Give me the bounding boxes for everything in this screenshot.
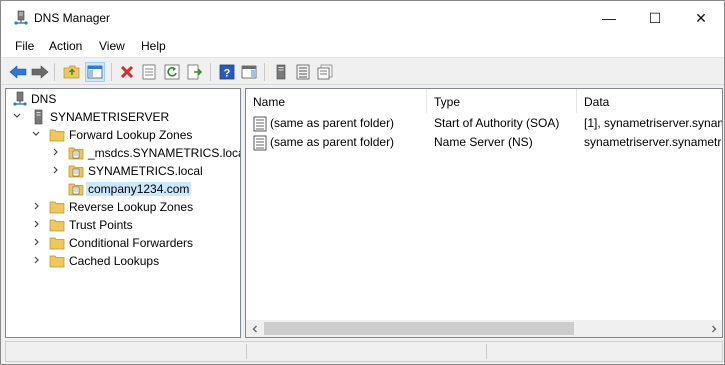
svg-text:?: ? bbox=[224, 68, 231, 80]
server-icon[interactable] bbox=[271, 62, 291, 82]
tree-label: SYNAMETRICS.local bbox=[88, 164, 203, 178]
close-icon: ✕ bbox=[695, 9, 707, 26]
chevron-right-icon[interactable] bbox=[32, 201, 42, 213]
maximize-icon: ☐ bbox=[648, 9, 662, 26]
help-icon[interactable]: ? bbox=[217, 62, 237, 82]
toolbar-separator bbox=[54, 63, 55, 81]
zone-icon bbox=[68, 145, 84, 161]
horizontal-scrollbar[interactable] bbox=[246, 320, 722, 337]
folder-icon bbox=[49, 253, 65, 269]
menu-action[interactable]: Action bbox=[49, 39, 82, 53]
tree-item-trust-points[interactable]: Trust Points bbox=[6, 216, 240, 234]
tree-item-forward-lookup-zones[interactable]: Forward Lookup Zones bbox=[6, 126, 240, 144]
chevron-right-icon[interactable] bbox=[32, 237, 42, 249]
toolbar: ? bbox=[1, 57, 724, 85]
back-arrow-icon[interactable] bbox=[8, 62, 28, 82]
cell-name: (same as parent folder) bbox=[270, 116, 395, 130]
tree-label: SYNAMETRISERVER bbox=[50, 110, 170, 124]
cell-type: Name Server (NS) bbox=[434, 135, 533, 149]
scrollbar-thumb[interactable] bbox=[264, 322, 574, 335]
cell-type: Start of Authority (SOA) bbox=[434, 116, 560, 130]
folder-icon bbox=[49, 235, 65, 251]
status-divider bbox=[246, 344, 247, 359]
server-icon bbox=[30, 109, 46, 125]
dns-icon bbox=[12, 91, 28, 107]
toolbar-separator bbox=[264, 63, 265, 81]
folder-icon bbox=[49, 199, 65, 215]
tree-label: DNS bbox=[31, 92, 57, 106]
show-hide-console-tree-icon[interactable] bbox=[85, 62, 105, 82]
tree-item-zone-synametrics-local[interactable]: SYNAMETRICS.local bbox=[6, 162, 240, 180]
zone-icon bbox=[68, 163, 84, 179]
tree-item-server[interactable]: SYNAMETRISERVER bbox=[6, 108, 240, 126]
table-row[interactable]: (same as parent folder) Name Server (NS)… bbox=[246, 133, 722, 152]
toolbar-separator bbox=[210, 63, 211, 81]
column-header-name[interactable]: Name bbox=[246, 89, 427, 113]
chevron-down-icon[interactable] bbox=[31, 129, 41, 141]
tree-label: Trust Points bbox=[69, 218, 133, 232]
forward-arrow-icon[interactable] bbox=[30, 62, 50, 82]
record-icon bbox=[252, 135, 268, 151]
records-list[interactable]: Name Type Data (same as parent folder) S… bbox=[245, 88, 723, 338]
maximize-button[interactable]: ☐ bbox=[632, 1, 678, 35]
delete-icon[interactable] bbox=[117, 62, 137, 82]
zone-records-icon[interactable] bbox=[315, 62, 335, 82]
action-pane-icon[interactable] bbox=[239, 62, 259, 82]
console-tree[interactable]: DNS SYNAMETRISERVER Forward Lookup Zones bbox=[5, 88, 241, 338]
minimize-icon: — bbox=[602, 10, 616, 26]
tree-item-dns[interactable]: DNS bbox=[6, 90, 240, 108]
tree-item-cached-lookups[interactable]: Cached Lookups bbox=[6, 252, 240, 270]
scroll-left-icon[interactable] bbox=[246, 320, 263, 337]
zone-icon bbox=[68, 181, 84, 197]
table-row[interactable]: (same as parent folder) Start of Authori… bbox=[246, 114, 722, 133]
refresh-icon[interactable] bbox=[162, 62, 182, 82]
title-bar: DNS Manager — ☐ ✕ bbox=[1, 1, 724, 35]
chevron-right-icon[interactable] bbox=[32, 219, 42, 231]
chevron-right-icon[interactable] bbox=[32, 255, 42, 267]
menu-view[interactable]: View bbox=[99, 39, 125, 53]
menu-bar: File Action View Help bbox=[1, 35, 724, 57]
cell-name: (same as parent folder) bbox=[270, 135, 395, 149]
dns-manager-window: DNS Manager — ☐ ✕ File Action View Help bbox=[0, 0, 725, 365]
tree-item-zone-msdcs[interactable]: _msdcs.SYNAMETRICS.local bbox=[6, 144, 240, 162]
column-header-type[interactable]: Type bbox=[427, 89, 577, 113]
menu-help[interactable]: Help bbox=[141, 39, 166, 53]
tree-item-reverse-lookup-zones[interactable]: Reverse Lookup Zones bbox=[6, 198, 240, 216]
chevron-down-icon[interactable] bbox=[12, 111, 22, 123]
minimize-button[interactable]: — bbox=[586, 1, 632, 35]
scroll-right-icon[interactable] bbox=[705, 320, 722, 337]
chevron-right-icon[interactable] bbox=[51, 147, 61, 159]
tree-label: _msdcs.SYNAMETRICS.local bbox=[88, 146, 241, 160]
menu-file[interactable]: File bbox=[15, 39, 34, 53]
column-header-data[interactable]: Data bbox=[577, 89, 722, 113]
status-bar bbox=[5, 341, 723, 362]
window-title: DNS Manager bbox=[34, 11, 111, 25]
cell-data: synametriserver.synametri bbox=[584, 135, 722, 149]
properties-icon[interactable] bbox=[139, 62, 159, 82]
zone-list-icon[interactable] bbox=[293, 62, 313, 82]
folder-icon bbox=[49, 127, 65, 143]
export-list-icon[interactable] bbox=[185, 62, 205, 82]
tree-item-conditional-forwarders[interactable]: Conditional Forwarders bbox=[6, 234, 240, 252]
chevron-right-icon[interactable] bbox=[51, 165, 61, 177]
tree-label: Forward Lookup Zones bbox=[69, 128, 193, 142]
tree-item-zone-company1234[interactable]: company1234.com bbox=[6, 180, 240, 198]
tree-label: Cached Lookups bbox=[69, 254, 160, 268]
tree-label: Reverse Lookup Zones bbox=[69, 200, 194, 214]
up-folder-icon[interactable] bbox=[62, 62, 82, 82]
record-icon bbox=[252, 116, 268, 132]
folder-icon bbox=[49, 217, 65, 233]
close-button[interactable]: ✕ bbox=[678, 1, 724, 35]
toolbar-separator bbox=[111, 63, 112, 81]
dns-manager-icon bbox=[13, 10, 29, 26]
tree-label: Conditional Forwarders bbox=[69, 236, 194, 250]
tree-label: company1234.com bbox=[86, 182, 192, 196]
status-divider bbox=[486, 344, 487, 359]
cell-data: [1], synametriserver.synam bbox=[584, 116, 722, 130]
